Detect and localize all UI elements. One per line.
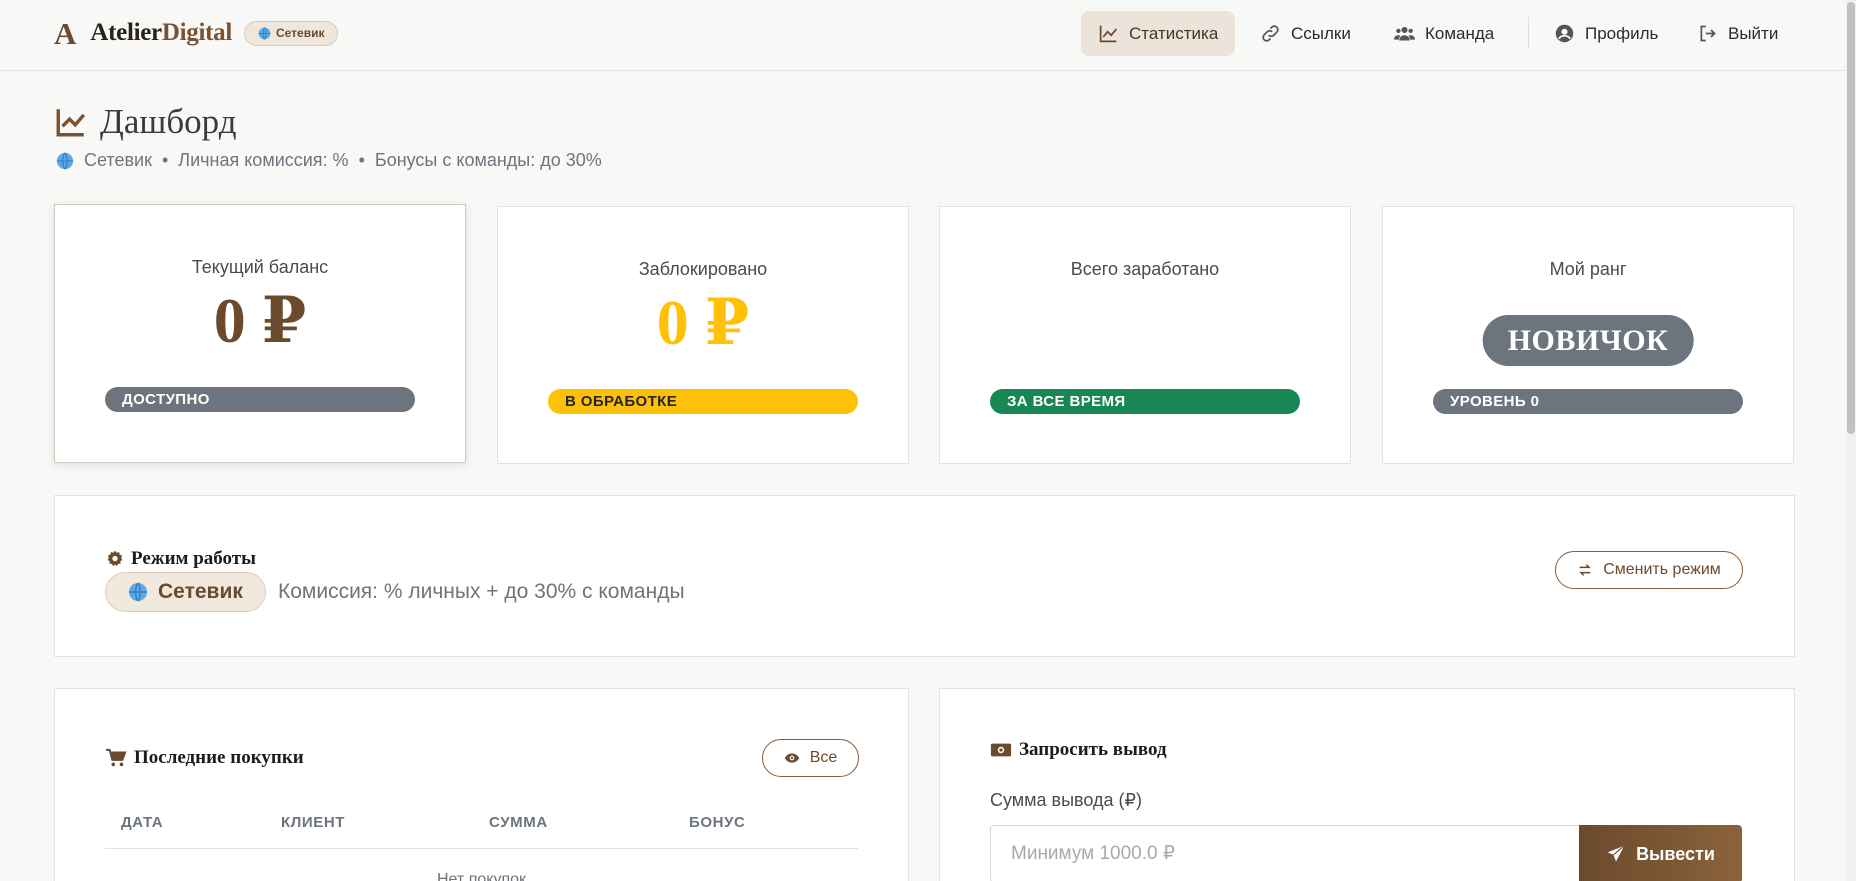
change-mode-button[interactable]: Сменить режим: [1555, 551, 1743, 589]
brand-name-part1: Atelier: [90, 19, 162, 46]
money-bill-icon: [990, 743, 1012, 757]
page-subtitle: Сетевик • Личная комиссия: % • Бонусы с …: [56, 150, 602, 171]
users-icon: [1394, 26, 1415, 41]
rank-badge: НОВИЧОК: [1482, 315, 1694, 366]
earned-card: Всего заработано ЗА ВСЕ ВРЕМЯ: [939, 206, 1351, 464]
column-header-amount: СУММА: [489, 814, 548, 831]
brand-name: AtelierDigital: [90, 19, 232, 47]
nav-logout-label: Выйти: [1728, 23, 1779, 43]
chart-line-icon: [56, 109, 86, 137]
nav-stats[interactable]: Статистика: [1081, 11, 1236, 56]
page-title-text: Дашборд: [100, 102, 237, 141]
globe-icon: [56, 152, 74, 169]
work-mode-card: Режим работы Сетевик Комиссия: % личных …: [54, 495, 1795, 657]
nav-links-label: Ссылки: [1291, 23, 1351, 43]
work-mode-title-text: Режим работы: [131, 548, 256, 569]
current-mode-label: Сетевик: [158, 580, 243, 603]
column-header-bonus: БОНУС: [689, 814, 746, 831]
withdraw-amount-label: Сумма вывода (₽): [990, 790, 1142, 810]
balance-card: Текущий баланс 0 ₽ ДОСТУПНО: [54, 204, 466, 463]
current-mode-badge: Сетевик: [105, 572, 266, 612]
withdraw-title: Запросить вывод: [990, 739, 1167, 761]
rank-level-badge: УРОВЕНЬ 0: [1433, 389, 1743, 414]
nav-profile-label: Профиль: [1585, 23, 1659, 43]
nav-team-label: Команда: [1425, 23, 1495, 43]
nav-stats-label: Статистика: [1129, 23, 1219, 43]
blocked-card: Заблокировано 0 ₽ В ОБРАБОТКЕ: [497, 206, 909, 464]
exchange-icon: [1579, 564, 1591, 576]
table-header-divider: [105, 848, 858, 849]
link-icon: [1262, 25, 1279, 42]
mode-description: Комиссия: % личных + до 30% с команды: [278, 580, 685, 603]
blocked-value: 0 ₽: [656, 287, 750, 358]
earned-status-badge: ЗА ВСЕ ВРЕМЯ: [990, 389, 1300, 414]
balance-status-badge: ДОСТУПНО: [105, 387, 415, 412]
subtitle-dot: •: [161, 150, 169, 170]
column-header-date: ДАТА: [121, 814, 164, 831]
page-scrollbar[interactable]: [1846, 0, 1856, 881]
scrollbar-thumb[interactable]: [1847, 2, 1855, 434]
purchases-empty-state: Нет покупок: [437, 871, 526, 881]
withdraw-card: Запросить вывод Сумма вывода (₽) Вывести: [939, 688, 1795, 881]
blocked-status-badge: В ОБРАБОТКЕ: [548, 389, 858, 414]
column-header-client: КЛИЕНТ: [281, 814, 346, 831]
recent-purchases-card: Последние покупки Все ДАТА КЛИЕНТ СУММА …: [54, 688, 909, 881]
top-navbar: A AtelierDigital Сетевик Статистика Ссыл…: [0, 0, 1856, 71]
view-all-label: Все: [809, 749, 838, 766]
change-mode-label: Сменить режим: [1603, 561, 1721, 578]
nav-logout[interactable]: Выйти: [1680, 11, 1795, 56]
subtitle-mode: Сетевик: [84, 150, 152, 170]
work-mode-title: Режим работы: [105, 548, 256, 570]
withdraw-amount-input[interactable]: [990, 825, 1579, 881]
user-circle-icon: [1555, 24, 1574, 43]
blocked-label: Заблокировано: [638, 259, 768, 279]
brand-logo: A: [54, 15, 77, 51]
mode-badge-label: Сетевик: [275, 26, 325, 40]
rank-label: Мой ранг: [1549, 259, 1627, 279]
brand[interactable]: A AtelierDigital Сетевик: [54, 15, 339, 51]
rank-card: Мой ранг НОВИЧОК УРОВЕНЬ 0: [1382, 206, 1794, 464]
withdraw-title-text: Запросить вывод: [1019, 739, 1167, 760]
globe-icon: [129, 582, 147, 602]
globe-icon: [258, 26, 271, 40]
withdraw-submit-button[interactable]: Вывести: [1579, 825, 1742, 881]
chart-line-icon: [1099, 25, 1118, 43]
purchases-title: Последние покупки: [105, 747, 304, 769]
sign-out-icon: [1700, 25, 1716, 42]
nav-links[interactable]: Ссылки: [1243, 11, 1368, 56]
eye-icon: [784, 753, 800, 763]
view-all-purchases-button[interactable]: Все: [762, 739, 859, 777]
nav-profile[interactable]: Профиль: [1537, 11, 1675, 56]
paper-plane-icon: [1607, 845, 1625, 862]
balance-label: Текущий баланс: [191, 257, 329, 277]
cog-icon: [107, 550, 123, 567]
withdraw-submit-label: Вывести: [1636, 843, 1715, 864]
nav-team[interactable]: Команда: [1377, 11, 1511, 56]
mode-badge: Сетевик: [243, 20, 339, 46]
purchases-title-text: Последние покупки: [134, 747, 304, 768]
subtitle-dot: •: [358, 150, 365, 170]
earned-label: Всего заработано: [1070, 259, 1220, 279]
subtitle-bonus: Бонусы с команды: до 30%: [374, 150, 602, 170]
nav-separator: [1528, 17, 1529, 49]
subtitle-commission: Личная комиссия: %: [178, 150, 349, 170]
brand-name-part2: Digital: [161, 19, 232, 46]
shopping-cart-icon: [106, 748, 127, 767]
page-title: Дашборд: [54, 102, 237, 142]
balance-value: 0 ₽: [213, 285, 307, 356]
